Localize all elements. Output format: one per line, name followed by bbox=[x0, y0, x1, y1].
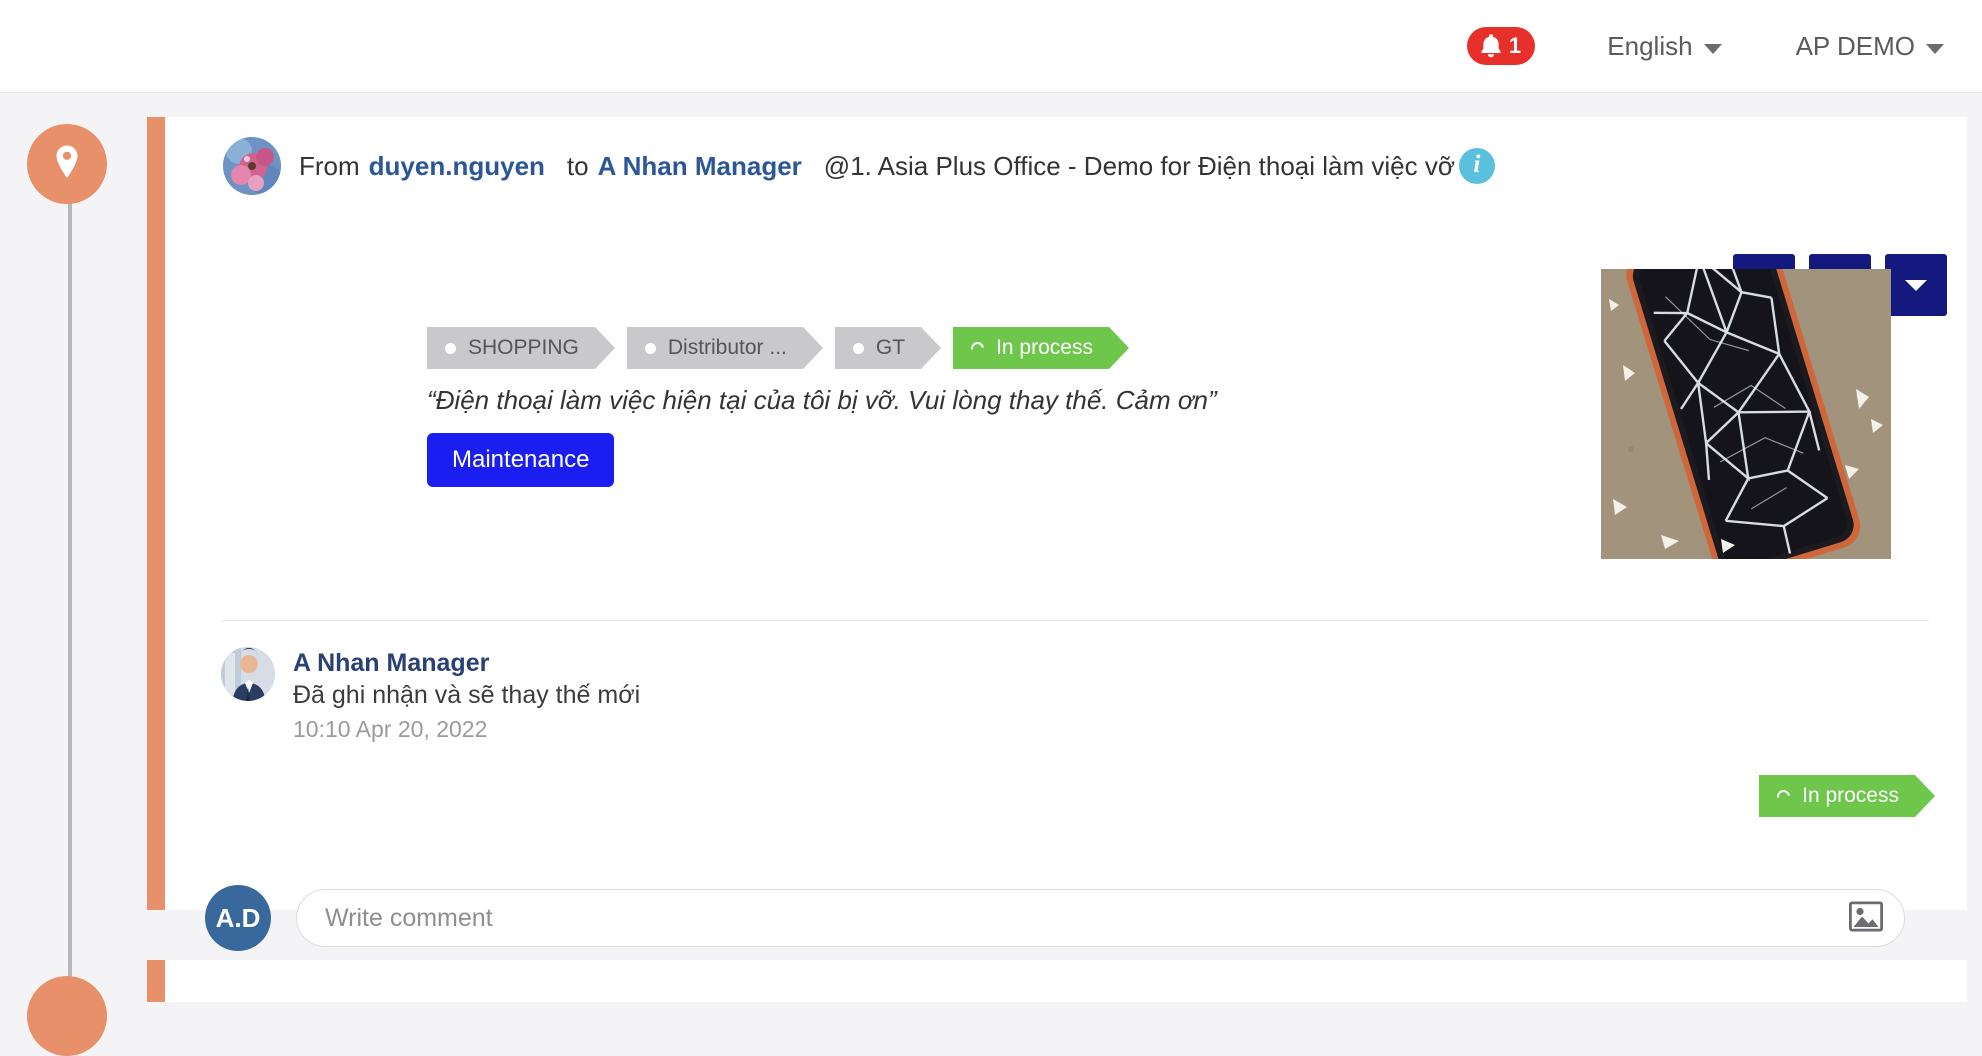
from-user[interactable]: duyen.nguyen bbox=[369, 151, 545, 182]
comment-input[interactable] bbox=[296, 889, 1905, 947]
avatar[interactable] bbox=[223, 137, 281, 195]
chip-label: SHOPPING bbox=[468, 336, 579, 359]
notification-badge[interactable]: 1 bbox=[1466, 27, 1536, 65]
arc-icon bbox=[968, 338, 987, 358]
timeline-pin-marker-next[interactable] bbox=[27, 976, 107, 1056]
arc-icon bbox=[1774, 786, 1793, 806]
next-post-card bbox=[147, 960, 1967, 1002]
comment-author[interactable]: A Nhan Manager bbox=[293, 647, 640, 679]
comment-body: A Nhan Manager Đã ghi nhận và sẽ thay th… bbox=[293, 647, 640, 745]
chip-shopping[interactable]: SHOPPING bbox=[427, 327, 615, 369]
avatar[interactable] bbox=[221, 647, 275, 701]
comment-item: A Nhan Manager Đã ghi nhận và sẽ thay th… bbox=[221, 647, 640, 745]
info-icon[interactable]: i bbox=[1458, 148, 1495, 184]
avatar-initials: A.D bbox=[205, 885, 271, 951]
comment-status-chip-wrap: In process bbox=[1759, 775, 1935, 817]
chip-gt[interactable]: GT bbox=[834, 327, 942, 369]
section-divider bbox=[221, 620, 1929, 621]
comment-input-wrap bbox=[296, 889, 1905, 947]
post-quote: “Điện thoại làm việc hiện tại của tôi bị… bbox=[427, 385, 1217, 415]
image-icon bbox=[1848, 901, 1884, 935]
to-label: to bbox=[566, 150, 589, 181]
language-selector[interactable]: English bbox=[1607, 30, 1722, 62]
chip-label: In process bbox=[996, 336, 1093, 359]
chevron-down-icon bbox=[1703, 43, 1722, 54]
chip-label: In process bbox=[1802, 784, 1899, 807]
comment-text: Đã ghi nhận và sẽ thay thế mới bbox=[293, 681, 641, 709]
dot-icon bbox=[644, 342, 656, 354]
chip-label: GT bbox=[875, 336, 906, 359]
account-menu[interactable]: AP DEMO bbox=[1796, 31, 1944, 62]
chip-in-process[interactable]: In process bbox=[953, 327, 1129, 369]
top-bar: 1 English AP DEMO bbox=[0, 0, 1982, 93]
from-label: From bbox=[299, 150, 360, 181]
post-location: @1. Asia Plus Office - Demo for Điện tho… bbox=[823, 150, 1455, 181]
post-card: From duyen.nguyen to A Nhan Manager @1. … bbox=[147, 117, 1967, 951]
attach-image-button[interactable] bbox=[1848, 901, 1884, 935]
chevron-down-icon bbox=[1903, 277, 1929, 293]
comment-timestamp: 10:10 Apr 20, 2022 bbox=[293, 716, 488, 742]
timeline-line bbox=[68, 160, 72, 1002]
chip-label: Distributor ... bbox=[667, 336, 787, 359]
dot-icon bbox=[445, 342, 456, 354]
chevron-down-icon bbox=[1926, 43, 1944, 54]
bell-icon bbox=[1479, 33, 1503, 59]
attachment-thumbnail[interactable] bbox=[1601, 269, 1891, 559]
maintenance-button[interactable]: Maintenance bbox=[427, 433, 615, 487]
map-pin-icon bbox=[53, 144, 81, 185]
dot-icon bbox=[852, 342, 864, 354]
timeline-pin-marker[interactable] bbox=[27, 124, 107, 204]
comment-status-chip[interactable]: In process bbox=[1759, 775, 1935, 817]
to-user[interactable]: A Nhan Manager bbox=[598, 151, 802, 182]
more-button[interactable] bbox=[1885, 254, 1947, 316]
post-header: From duyen.nguyen to A Nhan Manager @1. … bbox=[223, 137, 1495, 195]
status-chips: SHOPPING Distributor ... GT In process bbox=[427, 327, 1129, 369]
notification-count: 1 bbox=[1508, 33, 1522, 58]
account-label: AP DEMO bbox=[1795, 30, 1915, 61]
post-header-text: From duyen.nguyen to A Nhan Manager @1. … bbox=[299, 148, 1495, 184]
chip-distributor[interactable]: Distributor ... bbox=[626, 327, 823, 369]
language-label: English bbox=[1607, 30, 1693, 61]
comment-compose-row: A.D bbox=[205, 885, 1905, 951]
